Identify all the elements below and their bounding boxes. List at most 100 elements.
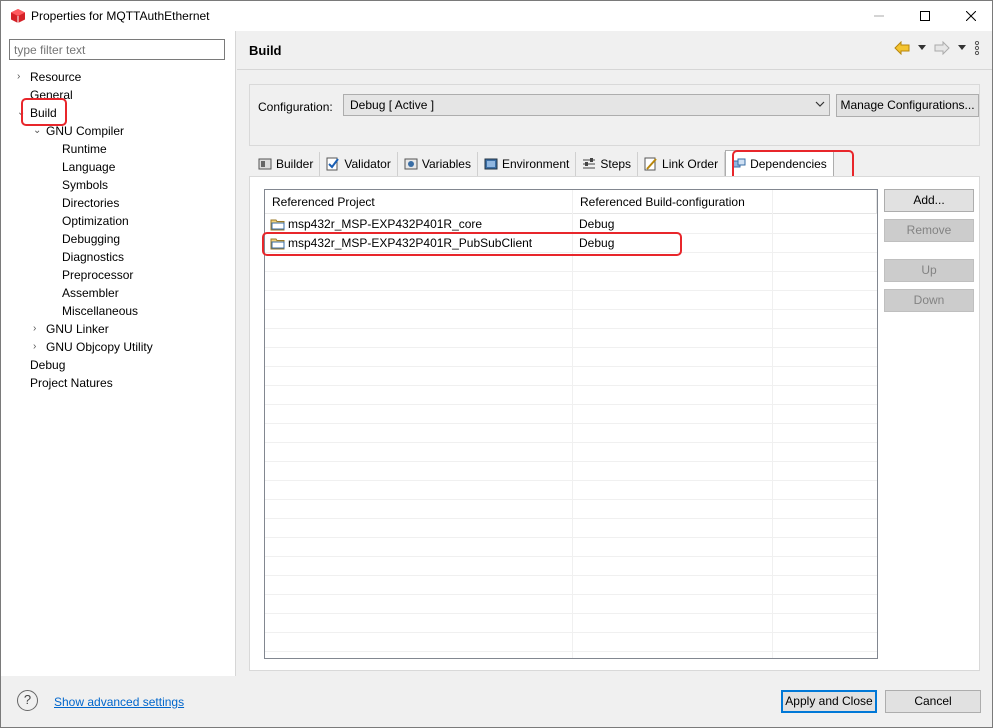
tree-item-directories[interactable]: Directories: [62, 194, 119, 212]
table-row-empty: [265, 500, 877, 519]
expand-icon[interactable]: ›: [33, 338, 43, 356]
column-header-referenced-project[interactable]: Referenced Project: [265, 190, 573, 214]
tree-item-runtime[interactable]: Runtime: [62, 140, 107, 158]
column-header-referenced-build-configuration[interactable]: Referenced Build-configuration: [573, 190, 773, 214]
dialog-footer: ? Show advanced settings Apply and Close…: [1, 676, 992, 727]
tab-environment[interactable]: Environment: [478, 152, 577, 176]
page-title: Build: [249, 43, 282, 58]
project-folder-icon: [270, 219, 285, 231]
maximize-button[interactable]: [902, 1, 948, 31]
close-button[interactable]: [948, 1, 993, 31]
tree-item-debug[interactable]: Debug: [30, 356, 65, 374]
collapse-icon[interactable]: ⌄: [33, 122, 43, 140]
tab-builder[interactable]: Builder: [252, 152, 321, 176]
down-button[interactable]: Down: [884, 289, 974, 312]
tree-item-resource[interactable]: Resource: [30, 68, 81, 86]
dependencies-panel: Referenced Project Referenced Build-conf…: [249, 176, 980, 671]
table-row-empty: [265, 633, 877, 652]
column-header-empty: [773, 190, 877, 214]
table-row-empty: [265, 367, 877, 386]
table-row-empty: [265, 481, 877, 500]
forward-arrow-icon[interactable]: [934, 41, 950, 55]
tab-label: Environment: [501, 157, 570, 171]
navigation-toolbar: [894, 41, 980, 55]
tree-item-preprocessor[interactable]: Preprocessor: [62, 266, 133, 284]
tab-variables[interactable]: Variables: [398, 152, 478, 176]
table-row-empty: [265, 443, 877, 462]
chevron-down-icon: [815, 101, 825, 107]
tab-label: Builder: [276, 157, 314, 171]
help-icon[interactable]: ?: [17, 690, 38, 711]
tree-item-gnu-objcopy-utility[interactable]: GNU Objcopy Utility: [46, 338, 153, 356]
table-row-empty: [265, 595, 877, 614]
table-row-empty: [265, 614, 877, 633]
table-row-empty: [265, 557, 877, 576]
table-row-empty: [265, 386, 877, 405]
tab-label: Steps: [600, 157, 632, 171]
left-tree-panel: › Resource General ⌄ Build ⌄ GNU Compile…: [1, 31, 236, 676]
table-row-empty: [265, 519, 877, 538]
app-cube-icon: [11, 9, 25, 23]
table-row-empty: [265, 462, 877, 481]
table-row-empty: [265, 272, 877, 291]
tab-label: Validator: [344, 157, 391, 171]
table-row-empty: [265, 348, 877, 367]
tree-item-assembler[interactable]: Assembler: [62, 284, 119, 302]
back-arrow-icon[interactable]: [894, 41, 910, 55]
page-header: Build: [237, 31, 992, 69]
add-button[interactable]: Add...: [884, 189, 974, 212]
configuration-label: Configuration:: [258, 100, 333, 114]
tree-item-project-natures[interactable]: Project Natures: [30, 374, 113, 392]
forward-dropdown-icon[interactable]: [958, 45, 966, 51]
configuration-select[interactable]: Debug [ Active ]: [343, 94, 830, 116]
tree-item-optimization[interactable]: Optimization: [62, 212, 129, 230]
up-button[interactable]: Up: [884, 259, 974, 282]
tab-validator[interactable]: Validator: [320, 152, 398, 176]
cancel-button[interactable]: Cancel: [885, 690, 981, 713]
tree-item-gnu-linker[interactable]: GNU Linker: [46, 320, 109, 338]
tree-item-symbols[interactable]: Symbols: [62, 176, 108, 194]
pubsubclient-row-highlight: [262, 232, 682, 256]
tab-label: Variables: [421, 157, 471, 171]
configuration-group: Configuration: Debug [ Active ] Manage C…: [249, 84, 980, 146]
table-row-empty: [265, 329, 877, 348]
table-row-empty: [265, 576, 877, 595]
view-menu-icon[interactable]: [974, 41, 980, 55]
tree-item-debugging[interactable]: Debugging: [62, 230, 120, 248]
environment-icon: [484, 158, 498, 170]
minimize-button[interactable]: [856, 1, 902, 31]
expand-icon[interactable]: ›: [17, 68, 27, 86]
title-bar: Properties for MQTTAuthEthernet: [1, 1, 992, 31]
link-order-icon: [644, 157, 657, 171]
properties-dialog: Properties for MQTTAuthEthernet › Resour…: [0, 0, 993, 728]
table-row-empty: [265, 310, 877, 329]
expand-icon[interactable]: ›: [33, 320, 43, 338]
tab-steps[interactable]: Steps: [576, 152, 639, 176]
minimize-icon: [874, 15, 884, 17]
table-row-empty: [265, 405, 877, 424]
tab-label: Link Order: [662, 157, 719, 171]
tree-item-diagnostics[interactable]: Diagnostics: [62, 248, 124, 266]
tree-item-language[interactable]: Language: [62, 158, 115, 176]
content-area: Configuration: Debug [ Active ] Manage C…: [237, 70, 992, 676]
table-row-empty: [265, 291, 877, 310]
table-row-empty: [265, 538, 877, 557]
back-dropdown-icon[interactable]: [918, 45, 926, 51]
configuration-value: Debug [ Active ]: [350, 98, 435, 112]
dependencies-table[interactable]: Referenced Project Referenced Build-conf…: [264, 189, 878, 659]
tree-item-gnu-compiler[interactable]: GNU Compiler: [46, 122, 124, 140]
remove-button[interactable]: Remove: [884, 219, 974, 242]
steps-icon: [583, 158, 596, 169]
window-title: Properties for MQTTAuthEthernet: [31, 9, 210, 23]
manage-configurations-button[interactable]: Manage Configurations...: [836, 94, 979, 117]
variables-icon: [404, 158, 418, 170]
builder-icon: [258, 158, 272, 170]
apply-and-close-button[interactable]: Apply and Close: [781, 690, 877, 713]
filter-input[interactable]: [9, 39, 225, 60]
validator-icon: [326, 157, 340, 171]
table-row-empty: [265, 424, 877, 443]
show-advanced-settings-link[interactable]: Show advanced settings: [54, 695, 184, 709]
tree-item-miscellaneous[interactable]: Miscellaneous: [62, 302, 138, 320]
tab-link-order[interactable]: Link Order: [638, 152, 726, 176]
close-icon: [966, 11, 976, 21]
